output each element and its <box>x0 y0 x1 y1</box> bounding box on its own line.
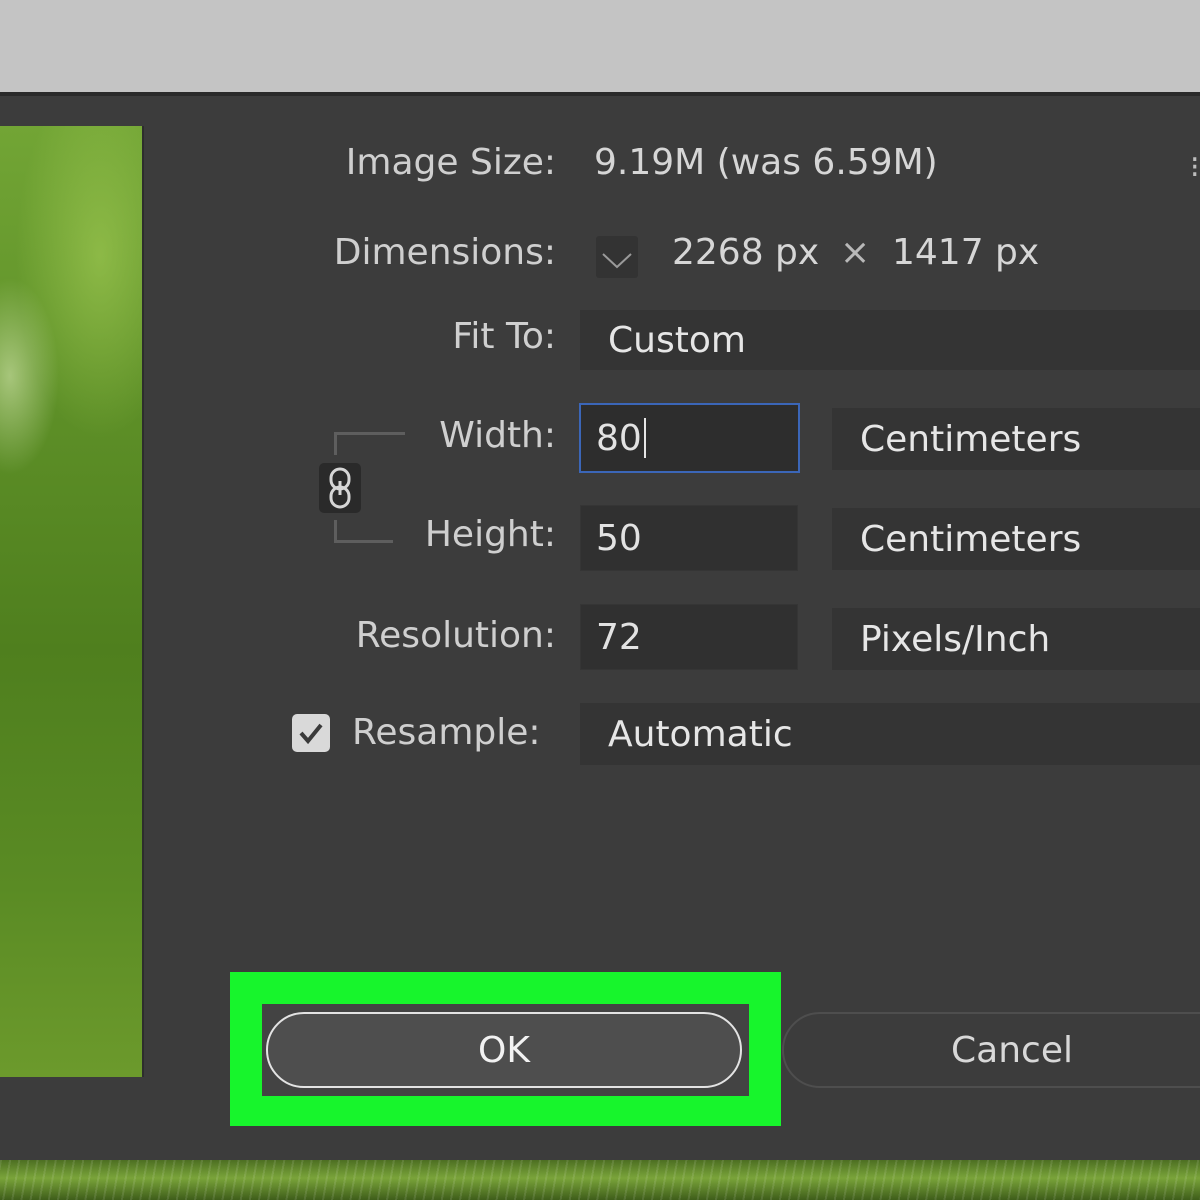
link-bracket-bottom <box>334 520 393 543</box>
dimensions-separator: × <box>840 232 871 273</box>
fit-to-label: Fit To: <box>452 316 556 357</box>
cancel-button[interactable]: Cancel <box>782 1012 1200 1088</box>
link-bracket-top <box>334 432 405 455</box>
dimensions-height: 1417 px <box>892 232 1040 273</box>
image-size-label: Image Size: <box>345 142 556 183</box>
resolution-value: 72 <box>596 616 642 658</box>
chain-link-icon <box>329 467 351 509</box>
height-value: 50 <box>596 517 642 559</box>
height-label: Height: <box>424 514 556 555</box>
fit-to-select[interactable]: Custom <box>580 310 1200 370</box>
ok-button-label: OK <box>478 1029 530 1071</box>
width-input[interactable]: 80 <box>579 403 800 473</box>
top-window-bar <box>0 0 1200 92</box>
height-unit-select[interactable]: Centimeters <box>832 508 1200 570</box>
ok-button[interactable]: OK <box>266 1012 742 1088</box>
width-unit-select[interactable]: Centimeters <box>832 408 1200 470</box>
resolution-unit-select[interactable]: Pixels/Inch <box>832 608 1200 670</box>
settings-icon[interactable]: ⁝ <box>1190 150 1200 185</box>
width-value: 80 <box>596 417 642 459</box>
chevron-down-icon <box>602 253 632 269</box>
checkmark-icon <box>299 723 323 745</box>
resample-value: Automatic <box>608 713 793 755</box>
resolution-input[interactable]: 72 <box>580 604 798 670</box>
resample-label: Resample: <box>352 712 541 753</box>
width-label: Width: <box>439 415 556 456</box>
dimensions-width: 2268 px <box>672 232 820 273</box>
text-caret <box>643 418 646 458</box>
constrain-proportions-button[interactable] <box>319 463 361 513</box>
fit-to-value: Custom <box>608 319 746 361</box>
height-input[interactable]: 50 <box>580 505 798 571</box>
image-size-value: 9.19M (was 6.59M) <box>594 142 938 183</box>
width-unit-value: Centimeters <box>860 418 1082 460</box>
height-unit-value: Centimeters <box>860 518 1082 560</box>
resample-checkbox[interactable] <box>292 714 330 752</box>
resolution-unit-value: Pixels/Inch <box>860 618 1051 660</box>
resample-select[interactable]: Automatic <box>580 703 1200 765</box>
cancel-button-label: Cancel <box>951 1029 1073 1071</box>
image-preview <box>0 126 144 1077</box>
resolution-label: Resolution: <box>355 615 556 656</box>
dimensions-label: Dimensions: <box>333 232 556 273</box>
dimensions-dropdown[interactable] <box>596 236 638 278</box>
background-photo-strip <box>0 1160 1200 1200</box>
